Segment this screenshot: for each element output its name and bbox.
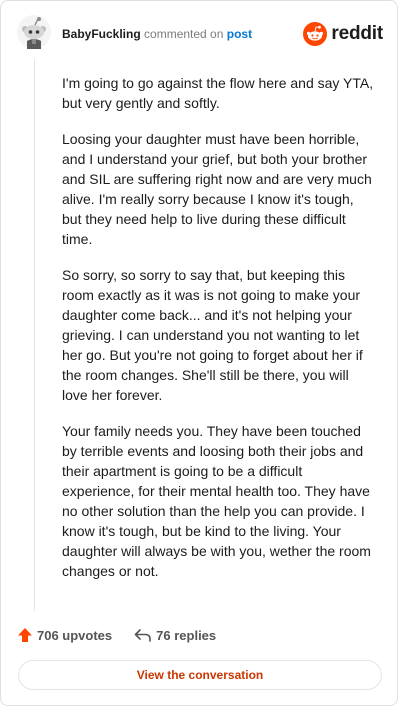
comment-body: I'm going to go against the flow here an… (62, 73, 377, 597)
reddit-wordmark: reddit (331, 23, 383, 44)
upvotes-count: 706 upvotes (37, 627, 113, 643)
user-avatar[interactable] (17, 15, 51, 49)
comment-embed-card: BabyFuckling commented on post reddit I'… (0, 0, 398, 706)
byline-action-text: commented on (144, 27, 224, 41)
post-link[interactable]: post (227, 27, 252, 41)
replies-count: 76 replies (156, 627, 217, 643)
reddit-brand[interactable]: reddit (303, 22, 383, 46)
comment-paragraph: So sorry, so sorry to say that, but keep… (62, 267, 363, 403)
reddit-logo-icon (303, 22, 328, 46)
thread-line (34, 59, 35, 611)
upvotes-stat[interactable]: 706 upvotes (17, 627, 112, 643)
snoo-avatar-icon (17, 15, 51, 49)
view-conversation-button[interactable]: View the conversation (18, 660, 382, 690)
reply-arrow-icon (134, 629, 151, 642)
replies-stat[interactable]: 76 replies (134, 627, 216, 643)
comment-footer: 706 upvotes 76 replies (17, 623, 216, 647)
upvote-arrow-icon (18, 628, 32, 642)
username-link[interactable]: BabyFuckling (62, 27, 141, 41)
comment-paragraph: Loosing your daughter must have been hor… (62, 131, 372, 247)
comment-paragraph: Your family needs you. They have been to… (62, 423, 371, 579)
comment-byline: BabyFuckling commented on post (62, 27, 252, 41)
comment-paragraph: I'm going to go against the flow here an… (62, 75, 374, 111)
comment-header: BabyFuckling commented on post reddit (1, 1, 397, 65)
